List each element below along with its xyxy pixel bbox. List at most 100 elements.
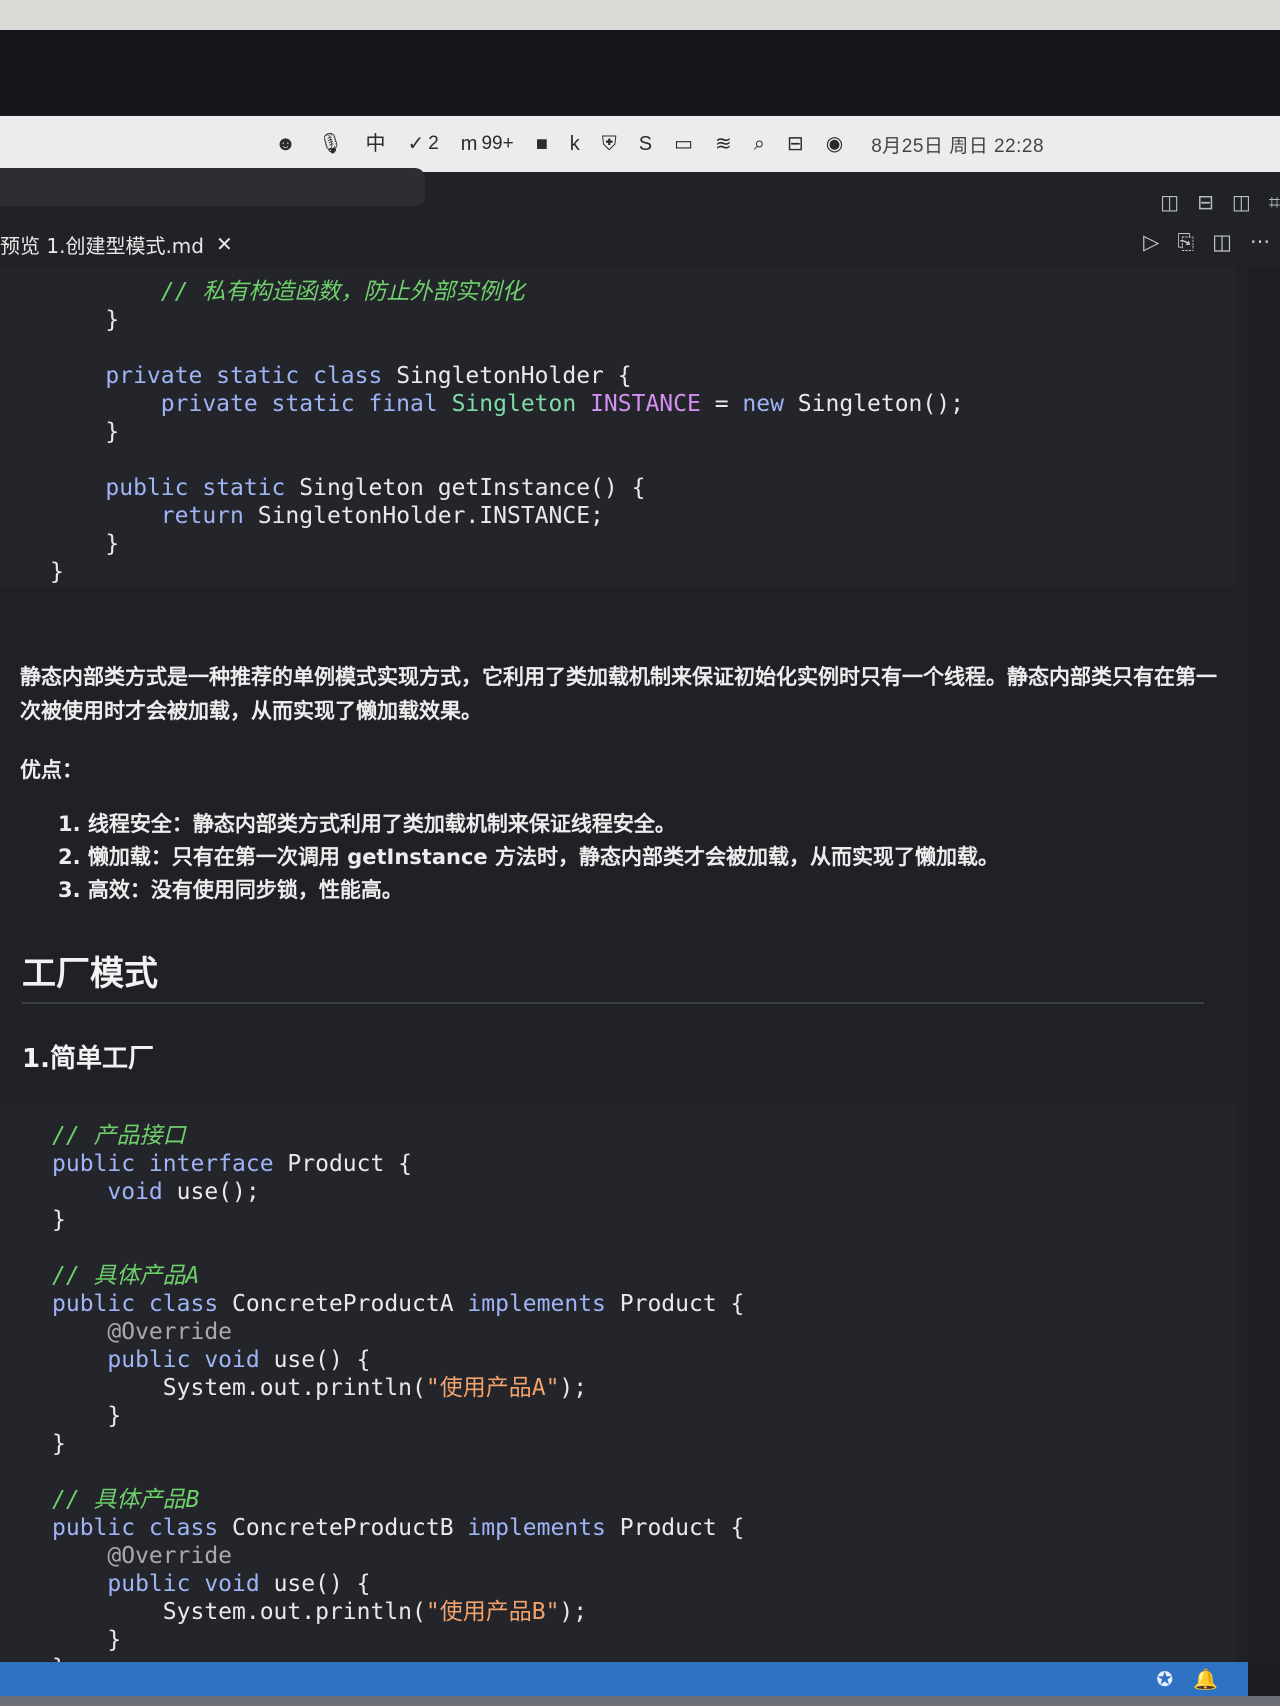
code-line: void use();: [52, 1178, 1236, 1206]
code-line: }: [50, 530, 1236, 558]
control-center-menu-item[interactable]: ⊟: [787, 134, 804, 154]
code-token: INSTANCE: [590, 391, 701, 417]
split-editor-icon[interactable]: ◫: [1212, 230, 1232, 255]
command-center-search[interactable]: [0, 168, 425, 206]
code-token: );: [559, 1375, 588, 1401]
macos-menubar: ☻ 🎙 中 ✓ 2 m 99+ ■ k ⛨ S ▭ ≋ ⌕ ⊟ ◉ 8月25日 周日 22:28: [0, 116, 1280, 172]
code-token: }: [52, 1627, 122, 1653]
code-token: @Override: [107, 1543, 233, 1569]
m-app-menu-item[interactable]: m 99+: [461, 133, 514, 155]
code-token: use();: [176, 1179, 260, 1205]
tab-label: 预览 1.创建型模式.md: [0, 233, 204, 258]
advantages-label: 优点：: [20, 758, 83, 782]
microphone-icon: 🎙: [318, 133, 344, 155]
code-line: }: [52, 1654, 1236, 1662]
panel-bottom-icon[interactable]: ⊟: [1197, 190, 1214, 214]
code-token: Singleton: [451, 391, 591, 417]
code-singleton: // 私有构造函数，防止外部实例化 } private static class…: [50, 278, 1236, 586]
sidebar-left-icon[interactable]: ◫: [1160, 190, 1179, 214]
code-token: }: [52, 1403, 122, 1429]
open-changes-icon[interactable]: ⎘: [1177, 230, 1194, 255]
heading-simple-factory: 1.简单工厂: [22, 1044, 154, 1074]
code-token: implements: [467, 1515, 620, 1541]
tab-preview-md[interactable]: 预览 1.创建型模式.md ✕: [0, 226, 245, 262]
s-app-icon: S: [638, 133, 653, 155]
code-token: public void: [107, 1347, 274, 1373]
monitor-bezel: [0, 0, 1280, 115]
code-line: @Override: [52, 1542, 1236, 1570]
battery-menu-item[interactable]: ▭: [674, 134, 693, 154]
code-line: private static class SingletonHolder {: [50, 362, 1236, 390]
battery-icon: ▭: [674, 133, 694, 155]
tab-bar: 预览 1.创建型模式.md ✕ ▷ ⎘ ◫ ···: [0, 220, 1280, 266]
code-line: public void use() {: [52, 1570, 1236, 1598]
code-block-factory: // 产品接口 public interface Product { void u…: [0, 1104, 1236, 1662]
code-token: );: [559, 1599, 588, 1625]
sidebar-right-icon[interactable]: ◫: [1232, 190, 1251, 214]
status-bar: ✪ 🔔: [0, 1662, 1248, 1696]
code-line: public class ConcreteProductB implements…: [52, 1514, 1236, 1542]
advantages-list: 1. 线程安全：静态内部类方式利用了类加载机制来保证线程安全。 2. 懒加载：只…: [58, 808, 999, 907]
siri-menu-item[interactable]: ◉: [826, 134, 843, 154]
code-token: Product {: [287, 1151, 413, 1177]
code-line: private static final Singleton INSTANCE …: [50, 390, 1236, 418]
smiley-menu-item[interactable]: ☻: [275, 134, 296, 154]
search-icon: ⌕: [753, 133, 765, 155]
code-line: System.out.println("使用产品A");: [52, 1374, 1236, 1402]
code-token: ConcreteProductB: [232, 1515, 468, 1541]
k-app-menu-item[interactable]: k: [570, 134, 580, 154]
copilot-icon[interactable]: ✪: [1156, 1667, 1173, 1691]
code-line: }: [52, 1206, 1236, 1234]
shield-menu-item[interactable]: ⛨: [602, 134, 617, 154]
code-factory: // 产品接口 public interface Product { void u…: [52, 1122, 1236, 1662]
code-token: public class: [52, 1291, 233, 1317]
code-token: SingletonHolder {: [396, 363, 632, 389]
red-app-icon: ■: [535, 133, 548, 155]
code-line: // 私有构造函数，防止外部实例化: [50, 278, 1236, 306]
red-app-menu-item[interactable]: ■: [536, 134, 548, 154]
code-line: // 具体产品A: [52, 1262, 1236, 1290]
s-app-menu-item[interactable]: S: [639, 134, 652, 154]
check-circle-icon: ✓: [407, 133, 425, 155]
code-token: Singleton();: [797, 391, 964, 417]
search-menu-item[interactable]: ⌕: [754, 134, 765, 154]
code-token: // 具体产品A: [52, 1263, 200, 1289]
more-actions-icon[interactable]: ···: [1250, 230, 1270, 255]
code-token: return: [160, 503, 258, 529]
check-circle-menu-item[interactable]: ✓ 2: [407, 133, 438, 155]
code-token: private static final: [160, 391, 452, 417]
code-token: }: [50, 531, 120, 557]
code-token: public class: [52, 1515, 233, 1541]
list-item: 2. 懒加载：只有在第一次调用 getInstance 方法时，静态内部类才会被…: [58, 845, 999, 869]
close-icon[interactable]: ✕: [216, 232, 233, 256]
input-method-menu-item[interactable]: 中: [365, 134, 385, 154]
layout-grid-icon[interactable]: ⌗: [1269, 190, 1280, 214]
k-app-icon: k: [569, 133, 580, 155]
code-line: // 产品接口: [52, 1122, 1236, 1150]
siri-icon: ◉: [825, 133, 844, 155]
code-token: ConcreteProductA: [232, 1291, 468, 1317]
bell-icon[interactable]: 🔔: [1193, 1667, 1218, 1691]
heading-divider: [22, 1002, 1204, 1004]
scrollbar-track[interactable]: [1248, 266, 1280, 1662]
heading-factory-pattern: 工厂模式: [22, 954, 158, 994]
code-line: }: [52, 1402, 1236, 1430]
code-line: @Override: [52, 1318, 1236, 1346]
paragraph-static-inner-class: 静态内部类方式是一种推荐的单例模式实现方式，它利用了类加载机制来保证初始化实例时…: [20, 665, 1217, 723]
shield-icon: ⛨: [601, 133, 617, 155]
code-line: public static Singleton getInstance() {: [50, 474, 1236, 502]
microphone-menu-item[interactable]: 🎙: [318, 134, 343, 154]
code-token: private static class: [105, 363, 397, 389]
wifi-menu-item[interactable]: ≋: [715, 134, 732, 154]
run-icon[interactable]: ▷: [1143, 230, 1159, 255]
menubar-clock[interactable]: 8月25日 周日 22:28: [871, 131, 1044, 158]
wifi-icon: ≋: [715, 133, 732, 155]
code-line: }: [50, 306, 1236, 334]
code-line: public class ConcreteProductA implements…: [52, 1290, 1236, 1318]
